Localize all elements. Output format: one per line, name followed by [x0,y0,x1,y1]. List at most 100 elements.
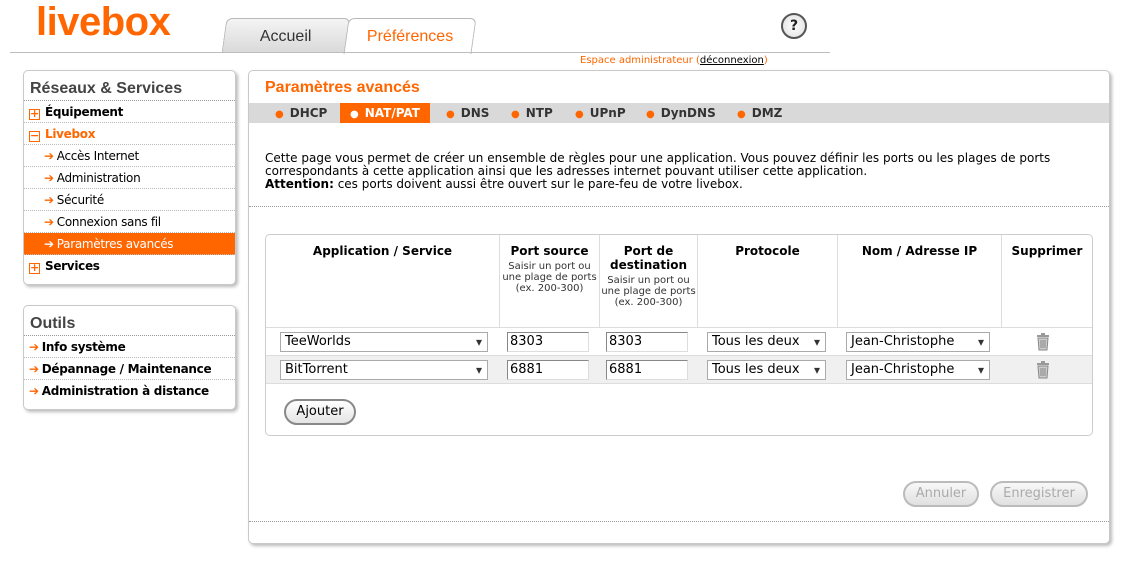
col-header-ip: Nom / Adresse IP [838,235,1002,327]
help-icon[interactable]: ? [781,13,807,39]
divider [249,206,1109,207]
arrow-right-icon: ➔ [29,384,39,398]
main-panel: Paramètres avancés ● DHCP ● NAT/PAT ● DNS ●… [248,70,1110,544]
application-select[interactable]: BitTorrent [280,360,488,380]
arrow-right-icon: ➔ [44,193,54,207]
sidebar-networks: Réseaux & Services + Équipement − Livebox … [23,70,236,285]
bullet-icon: ● [275,109,284,120]
sidebar-item-securite[interactable]: ➔ Sécurité [24,189,235,211]
bullet-icon: ● [446,109,455,120]
subtab-upnp[interactable]: ● UPnP [565,103,636,123]
col-header-dst-hint: Saisir un port ou une plage de ports (ex… [601,275,696,308]
expand-icon[interactable]: + [29,262,40,274]
arrow-right-icon: ➔ [29,340,39,354]
tab-accueil-label: Accueil [260,28,312,45]
arrow-right-icon: ➔ [44,215,54,229]
sidebar-tools: Outils ➔ Info système ➔ Dépannage / Mainte… [23,305,236,410]
destination-port-input[interactable]: 8303 [606,332,688,352]
subtab-label: DynDNS [660,106,716,120]
subtab-label: NAT/PAT [364,106,420,120]
destination-port-input[interactable]: 6881 [606,360,688,380]
divider [249,521,1109,522]
col-header-src: Port source Saisir un port ou une plage … [500,235,600,327]
tab-preferences-label: Préférences [366,28,454,45]
cancel-button[interactable]: Annuler [903,481,979,507]
nat-rules-table: Application / Service Port source Saisir… [265,234,1093,436]
bullet-icon: ● [737,109,746,120]
arrow-right-icon: ➔ [29,362,39,376]
bullet-icon: ● [575,109,584,120]
subtab-dyndns[interactable]: ● DynDNS [636,103,726,123]
col-header-src-label: Port source [510,244,589,258]
bullet-icon: ● [646,109,655,120]
subtab-label: UPnP [589,106,626,120]
subtab-bar: ● DHCP ● NAT/PAT ● DNS ● NTP ● UPnP ● DynDNS ●… [249,103,1109,123]
tools-item-administration-distance[interactable]: ➔ Administration à distance [24,380,235,402]
tools-item-info-systeme[interactable]: ➔ Info système [24,336,235,358]
admin-close: ) [763,55,768,66]
bullet-icon: ● [350,109,359,120]
arrow-right-icon: ➔ [44,237,54,251]
subtab-dhcp[interactable]: ● DHCP [265,103,337,123]
tools-item-label: Dépannage / Maintenance [41,362,212,376]
trash-icon[interactable] [1036,361,1050,379]
tab-preferences[interactable]: Préférences [343,18,477,54]
ip-select[interactable]: Jean-Christophe [846,332,990,352]
sidebar-item-connexion-sans-fil[interactable]: ➔ Connexion sans fil [24,211,235,233]
protocol-select[interactable]: Tous les deux [707,360,826,380]
sidebar-item-label: Paramètres avancés [56,237,174,251]
subtab-label: DHCP [289,106,328,120]
sidebar-item-label: Accès Internet [56,149,139,163]
col-header-app: Application / Service [266,235,500,327]
livebox-logo: livebox [36,0,171,44]
attention-label: Attention: [265,177,334,191]
sidebar-item-equipement[interactable]: + Équipement [24,101,235,123]
sidebar-item-livebox[interactable]: − Livebox [24,123,235,145]
tools-item-depannage[interactable]: ➔ Dépannage / Maintenance [24,358,235,380]
tab-accueil[interactable]: Accueil [221,18,351,53]
arrow-right-icon: ➔ [44,149,54,163]
sidebar-item-services[interactable]: + Services [24,255,235,277]
table-row: TeeWorlds 8303 8303 Tous les deux Jean-C… [266,327,1092,355]
intro-text: Cette page vous permet de créer un ensem… [265,152,1105,191]
subtab-label: DMZ [751,106,783,120]
tools-item-label: Info système [41,340,126,354]
arrow-right-icon: ➔ [44,171,54,185]
col-header-dst: Port de destination Saisir un port ou un… [600,235,698,327]
sidebar-item-acces-internet[interactable]: ➔ Accès Internet [24,145,235,167]
sidebar-item-parametres-avances[interactable]: ➔ Paramètres avancés [24,233,235,255]
subtab-ntp[interactable]: ● NTP [501,103,563,123]
sidebar-item-label: Connexion sans fil [56,215,161,229]
sidebar-item-label: Sécurité [56,193,104,207]
sidebar-item-administration[interactable]: ➔ Administration [24,167,235,189]
sidebar-item-label: Équipement [45,105,124,119]
sidebar-item-label: Administration [56,171,141,185]
source-port-input[interactable]: 8303 [507,332,589,352]
admin-space: Espace administrateur (déconnexion) [580,55,768,66]
add-rule-button[interactable]: Ajouter [284,399,356,425]
source-port-input[interactable]: 6881 [507,360,589,380]
subtab-dmz[interactable]: ● DMZ [727,103,792,123]
ip-select[interactable]: Jean-Christophe [846,360,990,380]
sidebar-item-label: Livebox [45,127,96,141]
save-button[interactable]: Enregistrer [990,481,1088,507]
row-divider [266,383,1092,384]
trash-icon[interactable] [1036,333,1050,351]
subtab-label: DNS [460,106,490,120]
intro-paragraph: Cette page vous permet de créer un ensem… [265,151,1051,178]
col-header-dst-label: Port de destination [610,244,687,272]
sidebar-item-label: Services [45,259,100,273]
table-row: BitTorrent 6881 6881 Tous les deux Jean-… [266,355,1092,383]
admin-text: Espace administrateur ( [580,55,700,66]
logout-link[interactable]: déconnexion [700,55,764,66]
page-title: Paramètres avancés [265,79,420,96]
subtab-nat-pat[interactable]: ● NAT/PAT [340,103,430,123]
subtab-dns[interactable]: ● DNS [436,103,499,123]
collapse-icon[interactable]: − [29,130,40,142]
application-select[interactable]: TeeWorlds [280,332,488,352]
header-divider [10,52,830,53]
col-header-del: Supprimer [1011,244,1083,258]
protocol-select[interactable]: Tous les deux [707,332,826,352]
expand-icon[interactable]: + [29,108,40,120]
bullet-icon: ● [511,109,520,120]
